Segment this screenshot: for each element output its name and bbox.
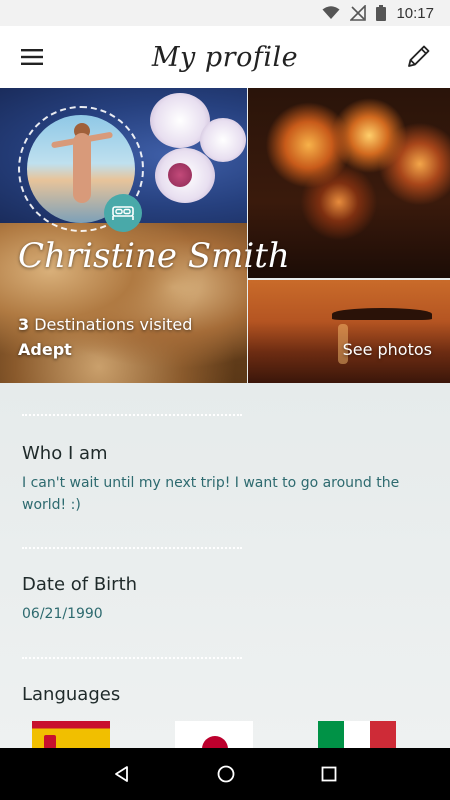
spain-flag-icon: [32, 721, 110, 751]
pencil-icon: [408, 45, 430, 67]
profile-hero: Christine Smith 3 Destinations visited A…: [0, 88, 450, 383]
battery-icon: [376, 5, 387, 21]
system-nav-bar: [0, 748, 450, 800]
divider: [22, 414, 242, 416]
destinations-label: Destinations visited: [29, 315, 193, 334]
menu-button[interactable]: [18, 43, 46, 71]
profile-name: Christine Smith: [18, 236, 290, 276]
hamburger-menu-icon: [21, 49, 43, 65]
no-signal-icon: [350, 5, 367, 21]
edit-profile-button[interactable]: [404, 43, 432, 71]
divider: [22, 657, 242, 659]
who-i-am-text: I can't wait until my next trip! I want …: [22, 475, 400, 513]
date-of-birth-value: 06/21/1990: [22, 606, 103, 622]
profile-details: Who I am I can't wait until my next trip…: [0, 383, 450, 751]
back-icon[interactable]: [113, 765, 131, 783]
status-bar: 10:17: [0, 0, 450, 26]
page-title: My profile: [151, 41, 299, 73]
sunset-photo[interactable]: [248, 280, 450, 383]
languages-heading: Languages: [22, 684, 121, 705]
destinations-visited: 3 Destinations visited: [18, 315, 192, 334]
clock: 10:17: [396, 4, 434, 22]
see-photos-link[interactable]: See photos: [343, 340, 432, 359]
italy-flag-icon: [318, 721, 396, 751]
bed-icon: [112, 206, 134, 220]
app-bar: My profile: [0, 26, 450, 88]
traveler-type-badge: [104, 194, 142, 232]
date-of-birth-heading: Date of Birth: [22, 574, 138, 595]
traveler-level: Adept: [18, 340, 72, 359]
wifi-icon: [322, 6, 340, 19]
who-i-am-heading: Who I am: [22, 443, 108, 464]
home-icon[interactable]: [216, 764, 236, 784]
destinations-count: 3: [18, 315, 30, 334]
divider: [22, 547, 242, 549]
recents-icon[interactable]: [321, 766, 337, 782]
japan-flag-icon: [175, 721, 253, 751]
